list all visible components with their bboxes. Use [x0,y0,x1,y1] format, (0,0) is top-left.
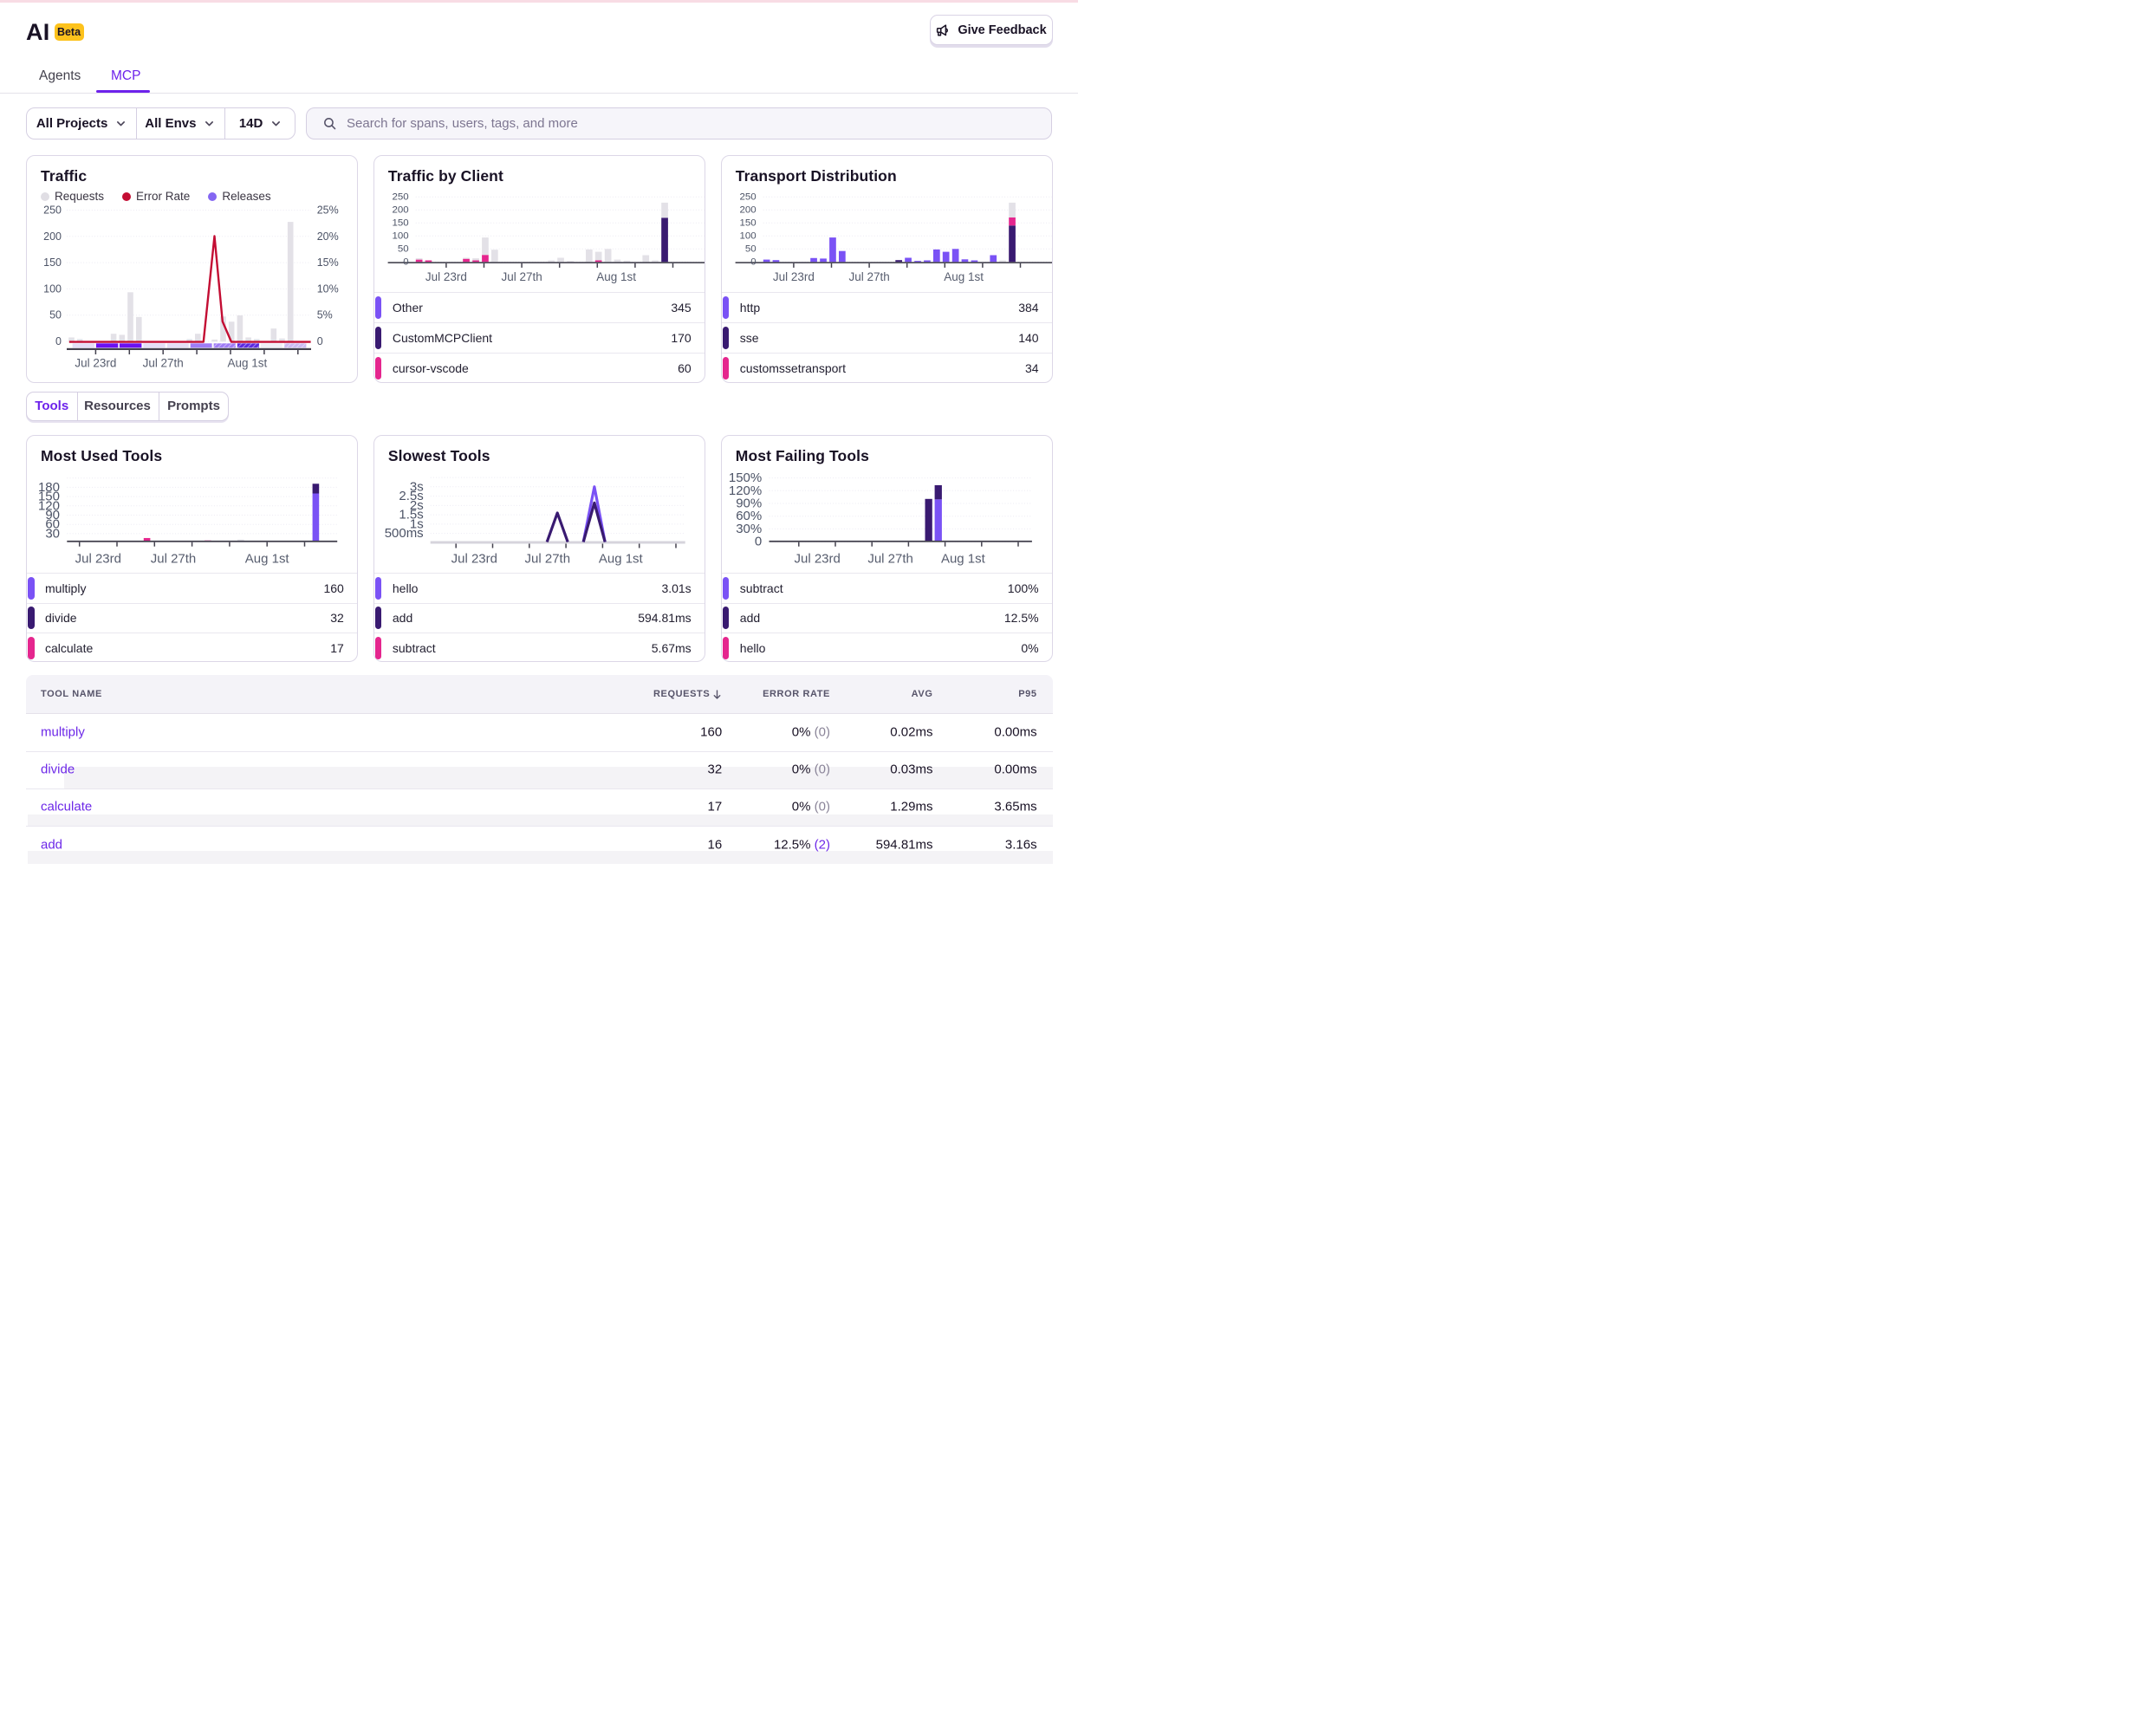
svg-text:25%: 25% [317,204,339,217]
svg-text:Jul 27th: Jul 27th [501,270,542,283]
svg-text:20%: 20% [317,230,339,243]
svg-text:Jul 23rd: Jul 23rd [794,551,840,566]
svg-text:0: 0 [403,256,408,267]
svg-text:5%: 5% [317,309,333,321]
svg-text:Aug 1st: Aug 1st [941,551,986,566]
svg-text:0: 0 [755,535,762,549]
svg-text:250: 250 [392,191,408,202]
svg-text:200: 200 [739,204,756,215]
svg-text:Jul 27th: Jul 27th [848,270,889,283]
svg-text:150: 150 [392,217,408,228]
svg-text:30: 30 [45,526,60,541]
svg-text:100: 100 [739,230,756,241]
svg-text:250: 250 [43,204,62,217]
svg-text:200: 200 [392,204,408,215]
svg-text:Jul 23rd: Jul 23rd [425,270,467,283]
svg-text:15%: 15% [317,256,339,269]
svg-text:0: 0 [750,256,756,267]
svg-text:Jul 23rd: Jul 23rd [451,551,497,566]
svg-text:Aug 1st: Aug 1st [944,270,984,283]
svg-text:Aug 1st: Aug 1st [599,551,644,566]
svg-text:150: 150 [739,217,756,228]
svg-text:10%: 10% [317,282,339,295]
svg-text:50: 50 [49,309,62,321]
svg-text:Jul 23rd: Jul 23rd [75,356,116,369]
svg-text:Aug 1st: Aug 1st [245,551,290,566]
svg-text:250: 250 [739,191,756,202]
svg-text:500ms: 500ms [385,526,424,541]
svg-text:Jul 23rd: Jul 23rd [75,551,121,566]
svg-text:100: 100 [392,230,408,241]
svg-text:Jul 27th: Jul 27th [143,356,184,369]
svg-text:Aug 1st: Aug 1st [596,270,636,283]
svg-text:50: 50 [398,243,409,254]
svg-text:100: 100 [43,282,62,295]
svg-text:50: 50 [745,243,757,254]
svg-text:200: 200 [43,230,62,243]
svg-text:0: 0 [55,335,62,347]
svg-text:150: 150 [43,256,62,269]
svg-text:Aug 1st: Aug 1st [228,356,268,369]
svg-text:Jul 27th: Jul 27th [867,551,912,566]
svg-text:Jul 23rd: Jul 23rd [773,270,815,283]
svg-text:0: 0 [317,335,323,347]
svg-text:Jul 27th: Jul 27th [151,551,196,566]
svg-text:Jul 27th: Jul 27th [524,551,569,566]
